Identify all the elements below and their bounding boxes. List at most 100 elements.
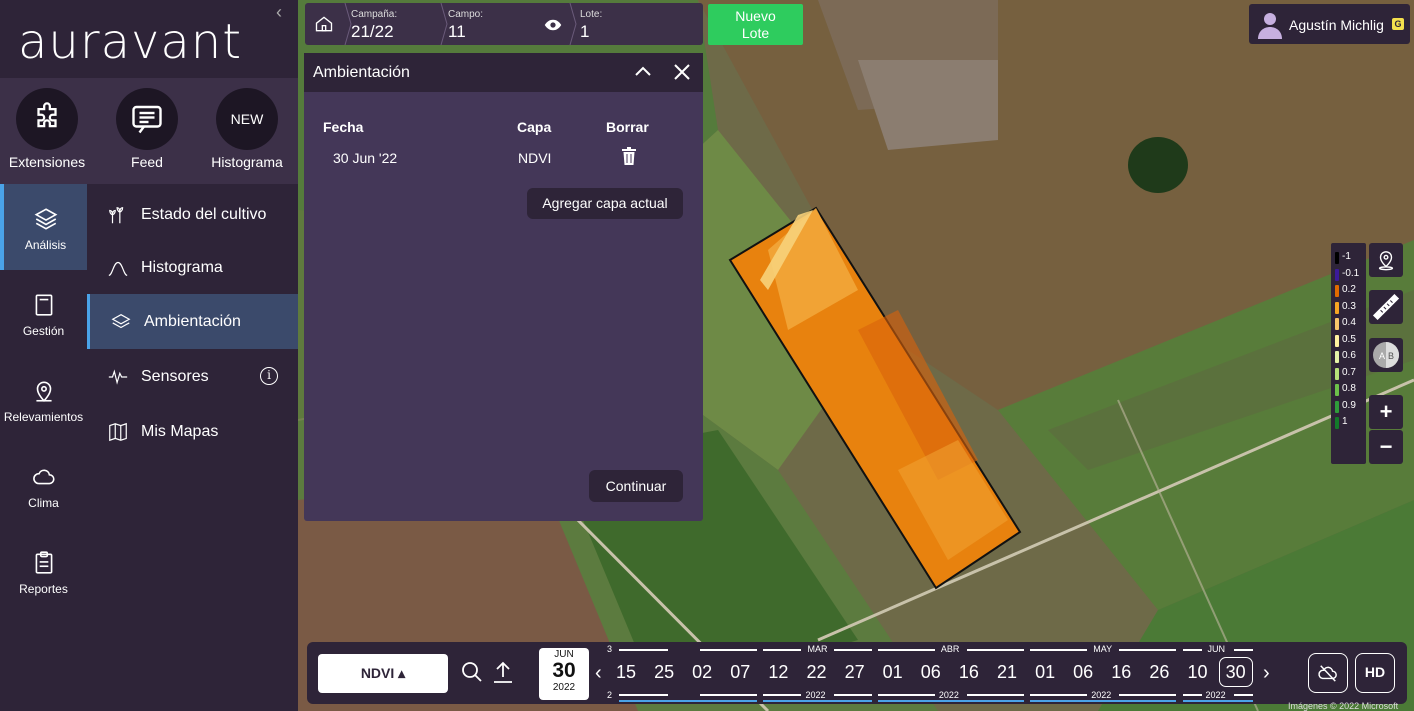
collapse-sidebar-icon[interactable]: ‹ xyxy=(276,2,292,22)
rail-label-clima: Clima xyxy=(28,496,59,510)
rail-item-reportes[interactable]: Reportes xyxy=(0,528,87,614)
timeline-day[interactable]: 06 xyxy=(1066,662,1100,683)
info-icon[interactable]: i xyxy=(260,367,278,385)
legend-label: -0.1 xyxy=(1342,267,1360,279)
zoom-in-button[interactable]: + xyxy=(1369,395,1403,429)
histogram-quick-button[interactable]: NEW Histograma xyxy=(197,88,297,170)
rail-item-clima[interactable]: Clima xyxy=(0,442,87,528)
rail-item-analisis[interactable]: Análisis xyxy=(0,184,87,270)
panel-header: Ambientación xyxy=(304,53,703,92)
row-layer: NDVI xyxy=(518,150,552,166)
breadcrumb-lot[interactable]: Lote: 1 xyxy=(580,3,690,45)
compare-tool-button[interactable]: AB xyxy=(1369,338,1403,372)
timeline-divider xyxy=(966,694,1024,696)
campaign-label: Campaña: xyxy=(351,9,398,20)
legend-swatch xyxy=(1335,334,1339,347)
svg-text:B: B xyxy=(1388,351,1394,361)
cloud-icon xyxy=(32,469,55,485)
cloud-filter-button[interactable] xyxy=(1308,653,1348,693)
location-tool-button[interactable] xyxy=(1369,243,1403,277)
close-icon[interactable] xyxy=(672,62,692,82)
submenu-item-mis-mapas[interactable]: Mis Mapas xyxy=(87,404,298,459)
timeline-day-selected[interactable]: 30 xyxy=(1218,657,1253,687)
layer-selector[interactable]: NDVI ▴ xyxy=(318,654,448,693)
submenu-label: Estado del cultivo xyxy=(141,205,267,223)
rail-label-relevamientos: Relevamientos xyxy=(3,410,84,424)
eye-icon[interactable] xyxy=(544,18,562,32)
histogram-quick-label: Histograma xyxy=(211,154,283,170)
upload-icon[interactable] xyxy=(492,660,514,684)
folded-map-icon xyxy=(109,422,127,441)
timeline-day[interactable]: 27 xyxy=(838,662,872,683)
timeline-day[interactable]: 26 xyxy=(1142,662,1176,683)
timeline-month-label: JUN xyxy=(1207,644,1226,654)
search-icon[interactable] xyxy=(461,661,483,683)
add-current-layer-button[interactable]: Agregar capa actual xyxy=(527,188,683,219)
timeline-month-label: MAY xyxy=(1093,644,1113,654)
rail-item-gestion[interactable]: Gestión xyxy=(0,270,87,356)
timeline-divider xyxy=(1233,649,1253,651)
zoom-out-button[interactable]: − xyxy=(1369,430,1403,464)
submenu-label: Histograma xyxy=(141,258,223,276)
timeline-day[interactable]: 10 xyxy=(1181,662,1215,683)
panel-title: Ambientación xyxy=(313,64,410,81)
user-menu[interactable]: Agustín Michlig G xyxy=(1249,4,1410,44)
legend-swatch xyxy=(1335,252,1339,264)
campaign-value: 21/22 xyxy=(351,22,394,41)
timeline-year-label: 2022 xyxy=(1205,690,1226,700)
chevron-up-icon[interactable] xyxy=(633,62,653,82)
timeline-day[interactable]: 16 xyxy=(1104,662,1138,683)
timeline-day[interactable]: 22 xyxy=(800,662,834,683)
timeline-divider xyxy=(619,649,669,651)
timeline-availability-bar xyxy=(763,700,872,702)
home-button[interactable] xyxy=(305,3,345,45)
waveform-icon xyxy=(108,368,128,385)
timeline-day[interactable]: 06 xyxy=(914,662,948,683)
breadcrumb-field[interactable]: Campo: 11 xyxy=(448,3,558,45)
timeline-day[interactable]: 15 xyxy=(609,662,643,683)
brand-header: auravant ‹ xyxy=(0,0,298,78)
breadcrumb: Campaña: 21/22 Campo: 11 Lote: 1 xyxy=(305,3,703,45)
ruler-icon xyxy=(1373,294,1399,320)
timeline-divider xyxy=(1182,694,1202,696)
user-plan-badge: G xyxy=(1392,18,1404,30)
rail-label-analisis: Análisis xyxy=(24,238,67,252)
timeline-year-label: 2022 xyxy=(1091,690,1112,700)
timeline-day[interactable]: 07 xyxy=(723,662,757,683)
lot-value: 1 xyxy=(580,22,590,41)
submenu-item-sensores[interactable]: Sensores i xyxy=(87,349,298,404)
legend-swatch xyxy=(1335,367,1339,380)
timeline-day[interactable]: 25 xyxy=(647,662,681,683)
new-lot-button[interactable]: Nuevo Lote xyxy=(708,4,803,45)
timeline-day[interactable]: 01 xyxy=(876,662,910,683)
legend-label: 0.6 xyxy=(1342,350,1356,361)
feed-button[interactable]: Feed xyxy=(97,88,197,170)
hd-toggle-button[interactable]: HD xyxy=(1355,653,1395,693)
rail-item-relevamientos[interactable]: Relevamientos xyxy=(0,356,87,442)
timeline-day[interactable]: 12 xyxy=(761,662,795,683)
row-date: 30 Jun '22 xyxy=(333,150,398,166)
timeline-divider xyxy=(700,694,758,696)
extensions-label: Extensiones xyxy=(8,154,86,170)
submenu-item-histograma[interactable]: Histograma xyxy=(87,240,298,295)
timeline-day[interactable]: 16 xyxy=(952,662,986,683)
submenu-item-ambientacion[interactable]: Ambientación xyxy=(87,294,298,349)
continue-button[interactable]: Continuar xyxy=(589,470,683,502)
measure-tool-button[interactable] xyxy=(1369,290,1403,324)
trash-icon[interactable] xyxy=(621,147,637,165)
timeline-day[interactable]: 21 xyxy=(990,662,1024,683)
timeline-availability-bar xyxy=(877,700,1024,702)
breadcrumb-campaign[interactable]: Campaña: 21/22 xyxy=(351,3,441,45)
legend-label: 0.7 xyxy=(1342,366,1356,378)
breadcrumb-separator xyxy=(569,3,577,45)
legend-label: -1 xyxy=(1342,251,1351,262)
timeline-month-label: ABR xyxy=(940,644,960,654)
timeline-next-arrow[interactable]: › xyxy=(1263,662,1270,685)
submenu-item-estado-cultivo[interactable]: Estado del cultivo xyxy=(87,187,298,242)
notebook-icon xyxy=(35,294,52,316)
timeline-day[interactable]: 02 xyxy=(685,662,719,683)
timeline-prev-arrow[interactable]: ‹ xyxy=(595,662,602,685)
timeline-day[interactable]: 01 xyxy=(1028,662,1062,683)
legend-label: 0.2 xyxy=(1342,284,1356,295)
extensions-button[interactable]: Extensiones xyxy=(0,88,97,170)
